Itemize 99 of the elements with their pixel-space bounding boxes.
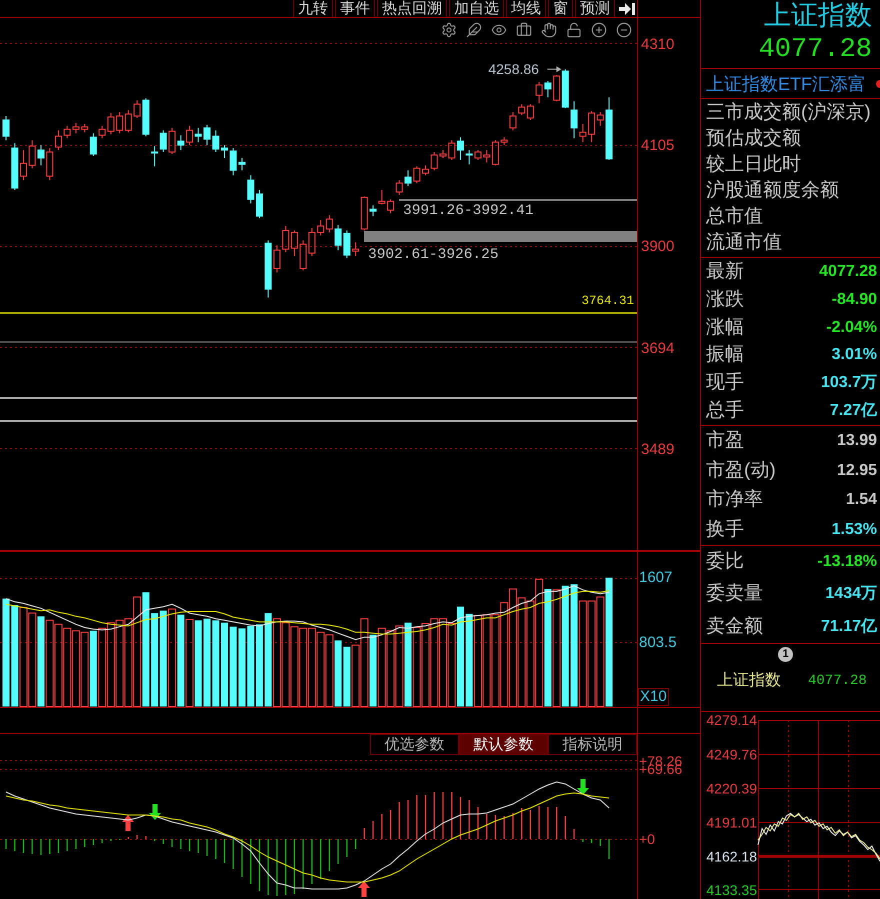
indicator-tab[interactable]: 优选参数 (370, 734, 459, 755)
bar (177, 614, 184, 706)
axis-label: 3694 (641, 340, 674, 357)
stat-value: 1434万 (825, 584, 878, 604)
info-label: 三市成交额(沪深京) (705, 100, 872, 125)
settings-icon[interactable] (441, 22, 457, 38)
axis-label: 4279.14 (706, 712, 757, 728)
axis-label: +0 (639, 834, 655, 844)
bar (334, 640, 342, 706)
toolbar-button[interactable]: 事件 (335, 0, 375, 17)
info-label: 总市值 (705, 205, 764, 229)
price-label: 3764.31 (581, 294, 634, 308)
candlestick (570, 100, 578, 139)
bar (552, 589, 561, 707)
hand-icon[interactable] (541, 22, 557, 38)
bar (544, 589, 552, 706)
bar (606, 578, 613, 706)
axis-label: 4162.18 (706, 848, 757, 864)
toolbar-button[interactable]: 热点回溯 (377, 0, 447, 17)
stat-label: 最新 (705, 260, 744, 284)
stat-label: 涨幅 (705, 316, 744, 340)
stat-value: -13.18% (817, 552, 878, 572)
indicator-tab[interactable]: 指标说明 (548, 734, 637, 755)
stat-label: 委比 (705, 550, 744, 574)
stat-value: 13.99 (836, 430, 878, 451)
axis-label: 4133.35 (706, 882, 757, 898)
bar (90, 630, 97, 706)
indicator-tab[interactable]: 默认参数 (459, 734, 548, 755)
axis-label: 3489 (641, 440, 674, 458)
toolbar-button[interactable]: 均线 (506, 0, 546, 17)
stock-price: 4077.28 (758, 35, 872, 65)
candlestick (151, 146, 158, 167)
stat-value: 103.7万 (820, 373, 878, 394)
stat-value: -2.04% (826, 318, 878, 338)
axis-label: 4220.39 (706, 780, 757, 796)
axis-label: 4249.76 (706, 746, 757, 762)
bar (343, 646, 350, 706)
feather-icon[interactable] (466, 22, 482, 38)
stat-label: 涨跌 (705, 288, 744, 312)
bar (370, 634, 377, 706)
info-label: 较上日此时 (705, 153, 802, 177)
bar (37, 616, 44, 706)
watchlist-name: 上证指数 (717, 671, 782, 691)
stat-label: 市盈(动) (705, 458, 776, 483)
info-label: 预估成交额 (705, 127, 802, 151)
axis-label: 4310 (641, 36, 674, 53)
stat-value: 3.01% (832, 345, 878, 366)
axis-label: 3900 (641, 238, 674, 256)
axis-label: 803.5 (639, 634, 677, 650)
stat-label: 总手 (705, 399, 744, 424)
stat-value: 7.27亿 (830, 401, 878, 422)
toolbar-button[interactable]: 预测 (575, 0, 615, 17)
page-badge: 1 (778, 647, 793, 662)
stat-label: 换手 (705, 518, 744, 542)
eye-icon[interactable] (491, 22, 507, 38)
candlestick (37, 144, 44, 166)
watchlist-price: 4077.28 (808, 672, 867, 691)
price-label: 3991.26-3992.41 (403, 203, 534, 219)
bar (168, 608, 176, 707)
axis-label: 4105 (641, 137, 674, 154)
briefcase-icon[interactable] (516, 22, 532, 38)
toolbar-button[interactable]: 加自选 (449, 0, 504, 17)
leader-arrow (546, 66, 562, 72)
stat-label: 现手 (705, 371, 744, 396)
axis-label: +78.26 (639, 756, 682, 766)
bar (160, 610, 167, 706)
axis-label: 1607 (639, 570, 672, 586)
down-arrow-icon (577, 779, 589, 795)
axis-label: +69.66 (639, 764, 682, 774)
plus-circle-icon[interactable] (591, 22, 607, 38)
axis-label: 4191.01 (706, 814, 757, 831)
stat-value: 12.95 (836, 460, 878, 481)
toolbar-button[interactable]: 窗 (548, 0, 573, 17)
info-label: 沪股通额度余额 (705, 178, 840, 203)
bar (404, 622, 412, 706)
stat-value: 1.53% (832, 520, 878, 540)
padlock-icon[interactable] (566, 22, 582, 38)
stat-label: 委卖量 (705, 582, 763, 606)
stat-label: 市盈 (705, 428, 744, 453)
up-arrow-icon (358, 881, 370, 897)
stat-label: 市净率 (705, 488, 763, 512)
scale-badge: X10 (638, 688, 669, 706)
minus-circle-icon[interactable] (616, 22, 632, 38)
stat-label: 卖金额 (705, 614, 763, 639)
arrow-to-line-icon[interactable] (617, 0, 637, 17)
up-arrow-icon (122, 815, 134, 831)
stat-value: 71.17亿 (820, 616, 878, 637)
stat-value: 4077.28 (819, 262, 878, 282)
stat-label: 振幅 (705, 343, 744, 368)
price-label: 4258.86 (488, 61, 539, 78)
down-arrow-icon (149, 804, 161, 820)
toolbar-button[interactable]: 九转 (293, 0, 333, 17)
stat-value: -84.90 (832, 290, 878, 310)
info-label: 流通市值 (705, 231, 783, 255)
stat-value: 1.54 (846, 490, 878, 510)
fund-link[interactable]: 上证指数ETF汇添富 (706, 72, 866, 96)
bar (186, 619, 194, 707)
stock-name: 上证指数 (764, 0, 872, 30)
price-label: 3902.61-3926.25 (368, 247, 499, 263)
